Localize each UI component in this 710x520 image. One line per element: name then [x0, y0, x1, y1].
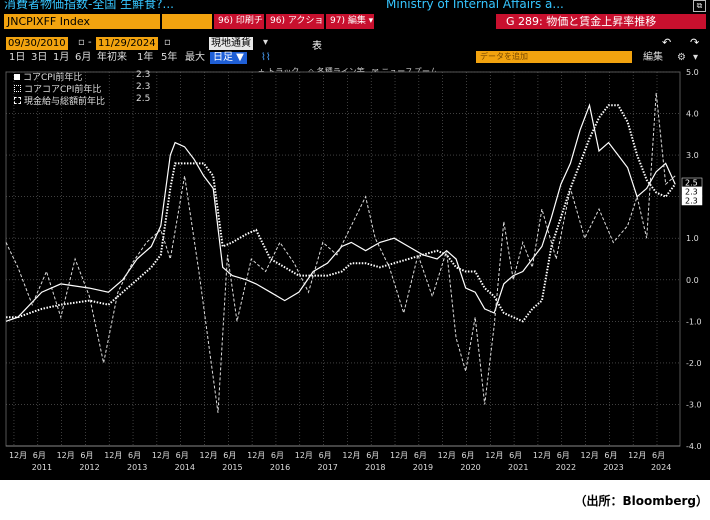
x-tick-month: 12月	[247, 451, 265, 460]
plot-area	[5, 71, 681, 447]
line-chart[interactable]: 5.04.03.02.01.00.0-1.0-2.0-3.0-4.012月6月1…	[0, 0, 710, 480]
last-value-tag: 2.5	[685, 179, 698, 188]
y-tick-label: -1.0	[686, 317, 702, 326]
x-tick-year: 2013	[127, 463, 147, 472]
x-tick-year: 2020	[460, 463, 480, 472]
y-tick-label: 5.0	[686, 68, 699, 77]
x-tick-month: 6月	[557, 451, 570, 460]
x-tick-month: 6月	[414, 451, 427, 460]
x-tick-year: 2017	[318, 463, 338, 472]
y-tick-label: 4.0	[686, 110, 699, 119]
y-tick-label: 3.0	[686, 151, 699, 160]
y-tick-label: 0.0	[686, 276, 699, 285]
x-tick-month: 6月	[271, 451, 284, 460]
x-tick-month: 12月	[57, 451, 75, 460]
x-tick-year: 2021	[508, 463, 528, 472]
x-tick-month: 12月	[533, 451, 551, 460]
last-value-tag: 2.3	[685, 197, 698, 206]
x-tick-month: 12月	[9, 451, 27, 460]
x-tick-month: 6月	[80, 451, 93, 460]
legend-label: 現金給与総額前年比	[24, 97, 106, 107]
x-tick-year: 2022	[556, 463, 576, 472]
x-tick-month: 6月	[319, 451, 332, 460]
x-tick-month: 6月	[176, 451, 189, 460]
x-tick-year: 2023	[603, 463, 623, 472]
legend-value: 2.3	[136, 70, 151, 80]
x-tick-year: 2012	[79, 463, 99, 472]
x-tick-month: 12月	[295, 451, 313, 460]
x-tick-year: 2015	[222, 463, 242, 472]
legend-marker-dotted	[14, 85, 21, 92]
legend-marker-dashed	[14, 97, 21, 104]
y-tick-label: -3.0	[686, 400, 702, 409]
x-tick-month: 12月	[485, 451, 503, 460]
legend-item-wages[interactable]: 現金給与総額前年比 2.5	[14, 94, 150, 107]
x-tick-month: 12月	[390, 451, 408, 460]
x-tick-month: 12月	[152, 451, 170, 460]
x-tick-month: 6月	[509, 451, 522, 460]
x-tick-year: 2024	[651, 463, 671, 472]
x-tick-month: 6月	[652, 451, 665, 460]
y-tick-label: -4.0	[686, 442, 702, 451]
x-tick-month: 6月	[604, 451, 617, 460]
x-tick-month: 6月	[128, 451, 141, 460]
bloomberg-terminal-window: 消費者物価指数-全国 生鮮食?... Ministry of Internal …	[0, 0, 710, 480]
x-tick-month: 12月	[581, 451, 599, 460]
y-tick-label: 1.0	[686, 234, 699, 243]
legend-value: 2.3	[136, 82, 151, 92]
x-tick-year: 2011	[32, 463, 52, 472]
x-tick-year: 2019	[413, 463, 433, 472]
legend-marker-solid	[14, 74, 20, 80]
x-tick-year: 2016	[270, 463, 290, 472]
x-tick-month: 12月	[104, 451, 122, 460]
source-note: （出所：Bloomberg）	[574, 494, 709, 508]
x-tick-month: 6月	[366, 451, 379, 460]
x-tick-month: 6月	[33, 451, 46, 460]
x-tick-month: 12月	[438, 451, 456, 460]
legend-value: 2.5	[136, 94, 151, 104]
x-tick-month: 12月	[342, 451, 360, 460]
x-tick-month: 12月	[628, 451, 646, 460]
x-tick-month: 6月	[461, 451, 474, 460]
x-tick-month: 12月	[199, 451, 217, 460]
x-tick-year: 2018	[365, 463, 385, 472]
x-tick-year: 2014	[175, 463, 195, 472]
x-tick-month: 6月	[223, 451, 236, 460]
last-value-tag: 2.3	[685, 188, 698, 197]
y-tick-label: -2.0	[686, 359, 702, 368]
